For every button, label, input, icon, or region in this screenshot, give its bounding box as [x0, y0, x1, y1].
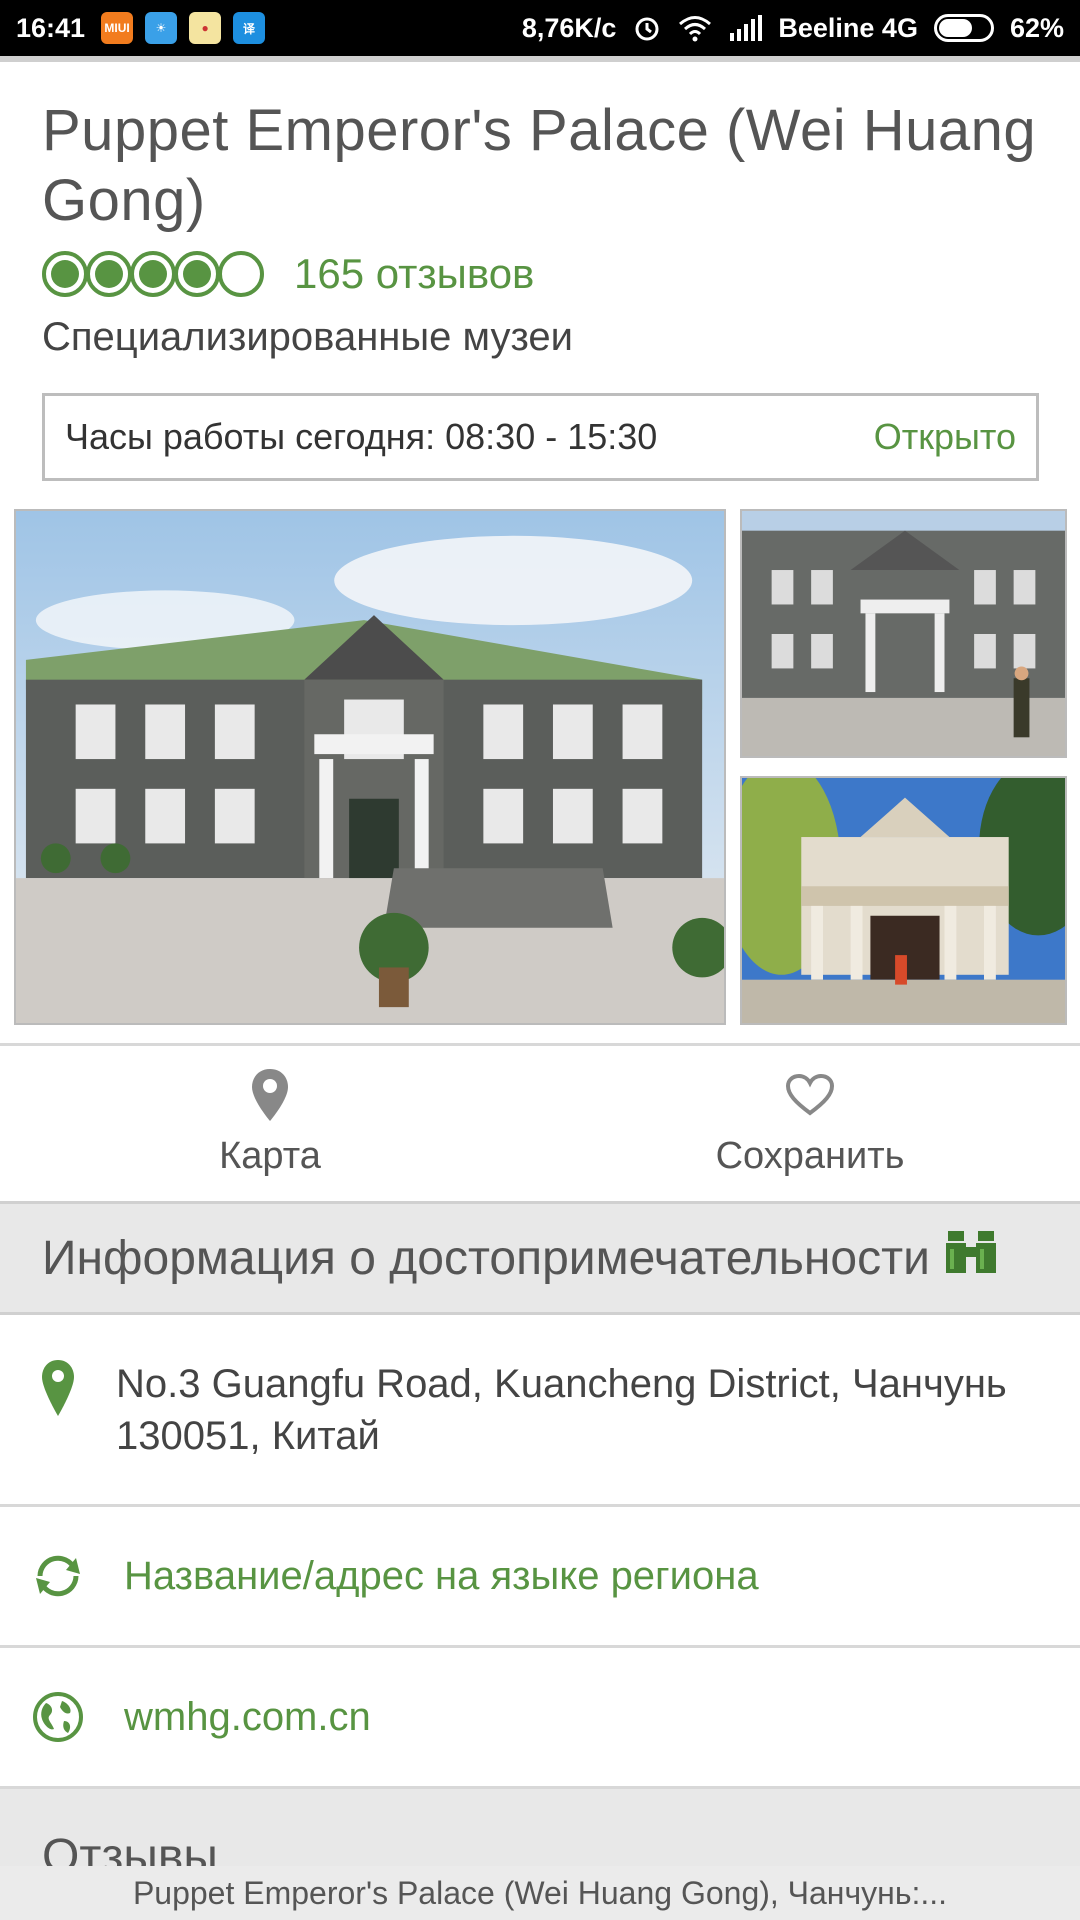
status-bar: 16:41 MIUI ☀ ● 译 8,76K/c Beeline 4G 62%	[0, 0, 1080, 56]
hours-label: Часы работы сегодня: 08:30 - 15:30	[65, 416, 658, 457]
photo-divider	[0, 1043, 1080, 1046]
battery-icon	[933, 14, 994, 42]
open-status: Открыто	[873, 416, 1016, 457]
rating-row[interactable]: 165 отзывов	[42, 248, 534, 300]
wifi-icon	[678, 14, 712, 42]
signal-icon	[728, 15, 763, 41]
website-link[interactable]: wmhg.com.cn	[124, 1691, 371, 1743]
rating-bubble	[174, 251, 220, 297]
category-label: Специализированные музеи	[42, 315, 573, 359]
battery-percent: 62%	[1009, 12, 1064, 43]
status-time: 16:41	[16, 12, 86, 43]
map-button[interactable]: Карта	[0, 1065, 540, 1178]
main-photo[interactable]	[14, 509, 726, 1025]
top-divider	[0, 56, 1080, 62]
translate-app-icon: 译	[233, 12, 266, 44]
map-label: Карта	[219, 1135, 321, 1177]
thumbnail-photo-1[interactable]	[740, 509, 1067, 758]
maps-app-icon: ●	[189, 12, 222, 44]
battery-fill	[938, 19, 973, 37]
rating-bubble	[86, 251, 132, 297]
location-pin-icon	[0, 1358, 116, 1418]
page-title: Puppet Emperor's Palace (Wei Huang Gong)	[42, 98, 1037, 233]
reviews-count-link[interactable]: 165 отзывов	[294, 250, 534, 298]
save-label: Сохранить	[715, 1135, 905, 1177]
heart-icon	[540, 1065, 1080, 1125]
website-row[interactable]: wmhg.com.cn	[0, 1648, 1080, 1789]
hours-box[interactable]: Часы работы сегодня: 08:30 - 15:30 Откры…	[42, 393, 1039, 481]
address-line-1: No.3 Guangfu Road, Kuancheng District, Ч…	[116, 1362, 1007, 1406]
weather-app-icon: ☀	[145, 12, 178, 44]
globe-icon	[0, 1691, 116, 1743]
binoculars-icon	[944, 1229, 998, 1287]
thumbnail-photo-2[interactable]	[740, 776, 1067, 1025]
address-row[interactable]: No.3 Guangfu Road, Kuancheng District, Ч…	[0, 1318, 1080, 1507]
alarm-icon	[632, 13, 662, 43]
local-name-row[interactable]: Название/адрес на языке региона	[0, 1507, 1080, 1648]
map-pin-icon	[0, 1065, 540, 1125]
rating-bubble	[130, 251, 176, 297]
bottom-title-bar: Puppet Emperor's Palace (Wei Huang Gong)…	[0, 1866, 1080, 1920]
sync-icon	[0, 1554, 116, 1598]
local-name-link[interactable]: Название/адрес на языке региона	[124, 1550, 759, 1602]
rating-bubble	[42, 251, 88, 297]
address-line-2: 130051, Китай	[116, 1414, 380, 1458]
info-section-header: Информация о достопримечательности	[0, 1201, 1080, 1315]
net-speed: 8,76K/c	[521, 12, 617, 43]
rating-bubbles	[42, 251, 264, 297]
info-section-title: Информация о достопримечательности	[42, 1231, 930, 1285]
carrier-label: Beeline 4G	[778, 12, 918, 43]
save-button[interactable]: Сохранить	[540, 1065, 1080, 1178]
mi-app-icon: MIUI	[101, 12, 134, 44]
rating-bubble	[218, 251, 264, 297]
